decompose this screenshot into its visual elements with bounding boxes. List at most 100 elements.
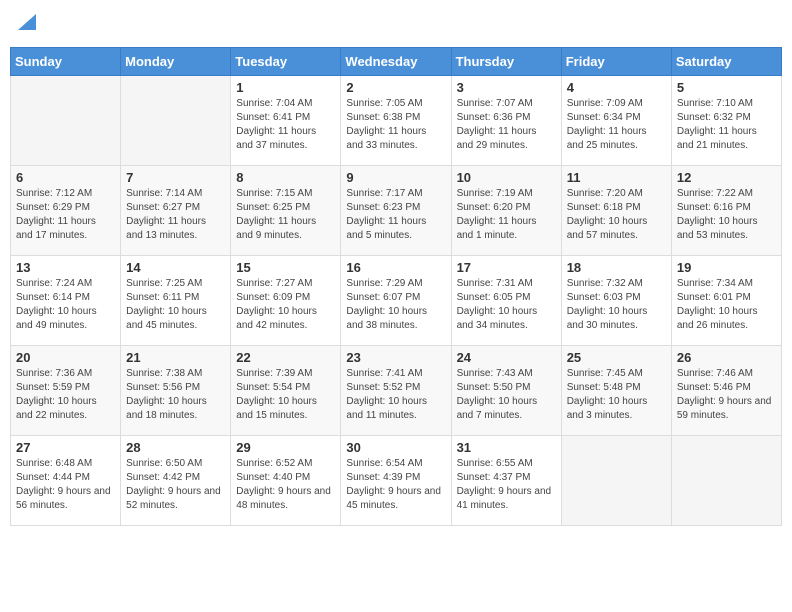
day-detail: Sunrise: 7:10 AM Sunset: 6:32 PM Dayligh…: [677, 97, 776, 153]
calendar-week-row: 1 Sunrise: 7:04 AM Sunset: 6:41 PM Daylig…: [11, 76, 782, 166]
day-number: 22: [236, 350, 335, 365]
day-number: 21: [126, 350, 225, 365]
day-number: 27: [16, 440, 115, 455]
calendar-cell: 23 Sunrise: 7:41 AM Sunset: 5:52 PM Dayli…: [341, 346, 451, 436]
day-number: 1: [236, 80, 335, 95]
calendar-cell: 13Sunrise: 7:24 AM Sunset: 6:14 PM Dayli…: [11, 256, 121, 346]
calendar-cell: 4 Sunrise: 7:09 AM Sunset: 6:34 PM Daylig…: [561, 76, 671, 166]
day-detail: Sunrise: 7:27 AM Sunset: 6:09 PM Dayligh…: [236, 277, 335, 333]
day-number: 17: [457, 260, 556, 275]
day-of-week-header: Thursday: [451, 48, 561, 76]
day-detail: Sunrise: 7:45 AM Sunset: 5:48 PM Dayligh…: [567, 367, 666, 423]
calendar-cell: 30 Sunrise: 6:54 AM Sunset: 4:39 PM Dayli…: [341, 436, 451, 526]
calendar-cell: 27 Sunrise: 6:48 AM Sunset: 4:44 PM Dayli…: [11, 436, 121, 526]
calendar-cell: 7Sunrise: 7:14 AM Sunset: 6:27 PM Daylig…: [121, 166, 231, 256]
calendar-cell: 5Sunrise: 7:10 AM Sunset: 6:32 PM Daylig…: [671, 76, 781, 166]
day-of-week-header: Tuesday: [231, 48, 341, 76]
day-detail: Sunrise: 7:15 AM Sunset: 6:25 PM Dayligh…: [236, 187, 335, 243]
day-number: 2: [346, 80, 445, 95]
day-number: 10: [457, 170, 556, 185]
day-detail: Sunrise: 7:17 AM Sunset: 6:23 PM Dayligh…: [346, 187, 445, 243]
day-detail: Sunrise: 6:50 AM Sunset: 4:42 PM Dayligh…: [126, 457, 225, 513]
day-detail: Sunrise: 7:22 AM Sunset: 6:16 PM Dayligh…: [677, 187, 776, 243]
calendar-cell: 16 Sunrise: 7:29 AM Sunset: 6:07 PM Dayli…: [341, 256, 451, 346]
calendar-week-row: 6Sunrise: 7:12 AM Sunset: 6:29 PM Daylig…: [11, 166, 782, 256]
calendar-cell: 29 Sunrise: 6:52 AM Sunset: 4:40 PM Dayli…: [231, 436, 341, 526]
calendar-cell: 12 Sunrise: 7:22 AM Sunset: 6:16 PM Dayli…: [671, 166, 781, 256]
day-detail: Sunrise: 7:34 AM Sunset: 6:01 PM Dayligh…: [677, 277, 776, 333]
calendar-cell: 25 Sunrise: 7:45 AM Sunset: 5:48 PM Dayli…: [561, 346, 671, 436]
day-detail: Sunrise: 7:39 AM Sunset: 5:54 PM Dayligh…: [236, 367, 335, 423]
calendar-cell: 21 Sunrise: 7:38 AM Sunset: 5:56 PM Dayli…: [121, 346, 231, 436]
day-number: 4: [567, 80, 666, 95]
calendar-cell: 10 Sunrise: 7:19 AM Sunset: 6:20 PM Dayli…: [451, 166, 561, 256]
calendar-cell: 24 Sunrise: 7:43 AM Sunset: 5:50 PM Dayli…: [451, 346, 561, 436]
calendar-cell: 18 Sunrise: 7:32 AM Sunset: 6:03 PM Dayli…: [561, 256, 671, 346]
day-number: 26: [677, 350, 776, 365]
day-number: 11: [567, 170, 666, 185]
calendar-cell: 28Sunrise: 6:50 AM Sunset: 4:42 PM Dayli…: [121, 436, 231, 526]
calendar-cell: 31 Sunrise: 6:55 AM Sunset: 4:37 PM Dayli…: [451, 436, 561, 526]
calendar-cell: 8Sunrise: 7:15 AM Sunset: 6:25 PM Daylig…: [231, 166, 341, 256]
calendar-header-row: SundayMondayTuesdayWednesdayThursdayFrid…: [11, 48, 782, 76]
day-number: 6: [16, 170, 115, 185]
calendar-cell: [671, 436, 781, 526]
day-of-week-header: Saturday: [671, 48, 781, 76]
calendar-cell: 14Sunrise: 7:25 AM Sunset: 6:11 PM Dayli…: [121, 256, 231, 346]
day-number: 16: [346, 260, 445, 275]
day-of-week-header: Friday: [561, 48, 671, 76]
day-detail: Sunrise: 6:48 AM Sunset: 4:44 PM Dayligh…: [16, 457, 115, 513]
calendar-table: SundayMondayTuesdayWednesdayThursdayFrid…: [10, 47, 782, 526]
day-of-week-header: Monday: [121, 48, 231, 76]
day-detail: Sunrise: 6:55 AM Sunset: 4:37 PM Dayligh…: [457, 457, 556, 513]
day-detail: Sunrise: 7:09 AM Sunset: 6:34 PM Dayligh…: [567, 97, 666, 153]
calendar-week-row: 27 Sunrise: 6:48 AM Sunset: 4:44 PM Dayli…: [11, 436, 782, 526]
calendar-cell: 15 Sunrise: 7:27 AM Sunset: 6:09 PM Dayli…: [231, 256, 341, 346]
day-detail: Sunrise: 7:31 AM Sunset: 6:05 PM Dayligh…: [457, 277, 556, 333]
day-detail: Sunrise: 7:04 AM Sunset: 6:41 PM Dayligh…: [236, 97, 335, 153]
page-header: [10, 10, 782, 39]
day-detail: Sunrise: 7:36 AM Sunset: 5:59 PM Dayligh…: [16, 367, 115, 423]
calendar-cell: [121, 76, 231, 166]
calendar-cell: 20 Sunrise: 7:36 AM Sunset: 5:59 PM Dayli…: [11, 346, 121, 436]
day-detail: Sunrise: 7:43 AM Sunset: 5:50 PM Dayligh…: [457, 367, 556, 423]
calendar-cell: 11 Sunrise: 7:20 AM Sunset: 6:18 PM Dayli…: [561, 166, 671, 256]
day-number: 25: [567, 350, 666, 365]
day-detail: Sunrise: 7:19 AM Sunset: 6:20 PM Dayligh…: [457, 187, 556, 243]
day-number: 15: [236, 260, 335, 275]
calendar-cell: 17 Sunrise: 7:31 AM Sunset: 6:05 PM Dayli…: [451, 256, 561, 346]
day-detail: Sunrise: 6:54 AM Sunset: 4:39 PM Dayligh…: [346, 457, 445, 513]
day-number: 31: [457, 440, 556, 455]
day-detail: Sunrise: 7:41 AM Sunset: 5:52 PM Dayligh…: [346, 367, 445, 423]
logo-icon: [18, 14, 36, 30]
calendar-cell: 19 Sunrise: 7:34 AM Sunset: 6:01 PM Dayli…: [671, 256, 781, 346]
day-number: 20: [16, 350, 115, 365]
day-detail: Sunrise: 7:07 AM Sunset: 6:36 PM Dayligh…: [457, 97, 556, 153]
day-detail: Sunrise: 7:25 AM Sunset: 6:11 PM Dayligh…: [126, 277, 225, 333]
day-number: 19: [677, 260, 776, 275]
calendar-cell: 2 Sunrise: 7:05 AM Sunset: 6:38 PM Daylig…: [341, 76, 451, 166]
day-number: 18: [567, 260, 666, 275]
day-detail: Sunrise: 7:29 AM Sunset: 6:07 PM Dayligh…: [346, 277, 445, 333]
day-detail: Sunrise: 7:24 AM Sunset: 6:14 PM Dayligh…: [16, 277, 115, 333]
calendar-cell: 6Sunrise: 7:12 AM Sunset: 6:29 PM Daylig…: [11, 166, 121, 256]
day-detail: Sunrise: 7:20 AM Sunset: 6:18 PM Dayligh…: [567, 187, 666, 243]
day-number: 9: [346, 170, 445, 185]
calendar-cell: 9 Sunrise: 7:17 AM Sunset: 6:23 PM Daylig…: [341, 166, 451, 256]
calendar-week-row: 20 Sunrise: 7:36 AM Sunset: 5:59 PM Dayli…: [11, 346, 782, 436]
day-number: 12: [677, 170, 776, 185]
day-detail: Sunrise: 7:46 AM Sunset: 5:46 PM Dayligh…: [677, 367, 776, 423]
day-number: 23: [346, 350, 445, 365]
calendar-cell: 3Sunrise: 7:07 AM Sunset: 6:36 PM Daylig…: [451, 76, 561, 166]
day-of-week-header: Wednesday: [341, 48, 451, 76]
day-detail: Sunrise: 7:05 AM Sunset: 6:38 PM Dayligh…: [346, 97, 445, 153]
day-number: 30: [346, 440, 445, 455]
calendar-cell: [561, 436, 671, 526]
day-number: 24: [457, 350, 556, 365]
calendar-cell: 26 Sunrise: 7:46 AM Sunset: 5:46 PM Dayli…: [671, 346, 781, 436]
day-detail: Sunrise: 7:32 AM Sunset: 6:03 PM Dayligh…: [567, 277, 666, 333]
day-detail: Sunrise: 7:14 AM Sunset: 6:27 PM Dayligh…: [126, 187, 225, 243]
day-detail: Sunrise: 7:38 AM Sunset: 5:56 PM Dayligh…: [126, 367, 225, 423]
day-number: 29: [236, 440, 335, 455]
day-detail: Sunrise: 6:52 AM Sunset: 4:40 PM Dayligh…: [236, 457, 335, 513]
